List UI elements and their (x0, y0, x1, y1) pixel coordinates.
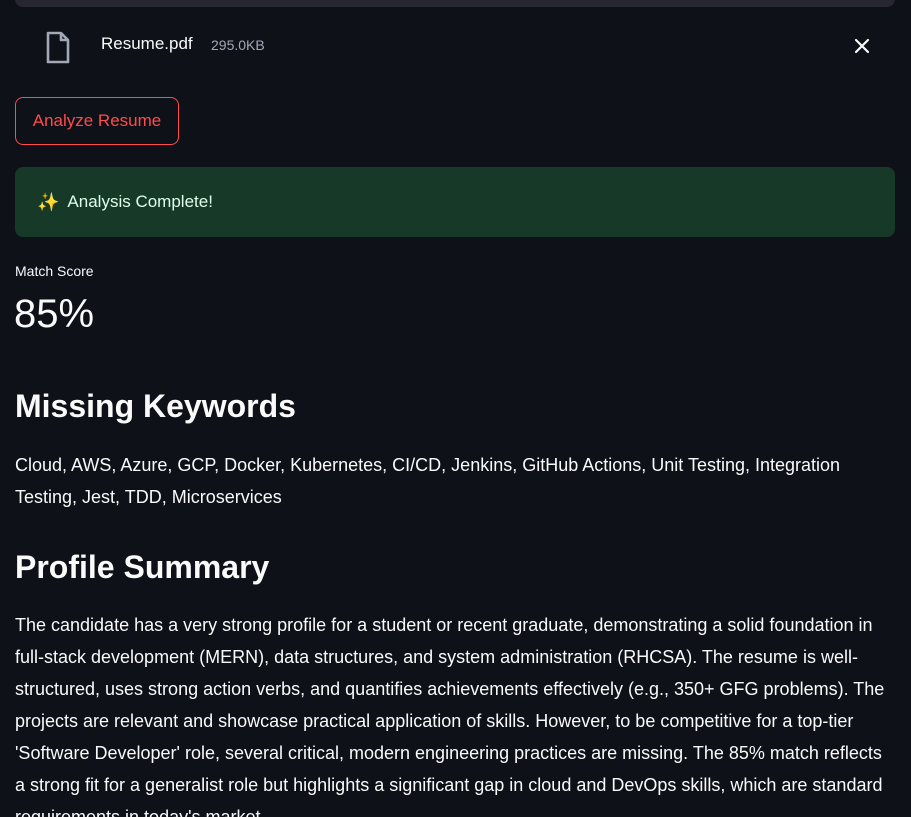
success-message: Analysis Complete! (67, 192, 213, 211)
success-alert: ✨ Analysis Complete! (15, 167, 895, 237)
analyze-resume-button[interactable]: Analyze Resume (15, 97, 179, 145)
file-size: 295.0KB (211, 37, 265, 53)
close-icon (854, 38, 870, 54)
sparkles-icon: ✨ (37, 191, 60, 213)
remove-file-button[interactable] (848, 32, 876, 60)
app-page: Resume.pdf 295.0KB Analyze Resume ✨ Anal… (0, 0, 911, 817)
uploaded-file-row: Resume.pdf 295.0KB (15, 24, 895, 70)
missing-keywords-heading: Missing Keywords (15, 388, 296, 424)
file-uploader-dropzone[interactable] (15, 0, 895, 7)
metric-value: 85% (14, 292, 95, 336)
file-name: Resume.pdf (101, 34, 193, 53)
profile-summary-heading: Profile Summary (15, 549, 270, 585)
profile-summary-text: The candidate has a very strong profile … (15, 615, 885, 817)
file-icon (45, 31, 71, 65)
missing-keywords-text: Cloud, AWS, Azure, GCP, Docker, Kubernet… (15, 455, 841, 507)
metric-label: Match Score (15, 263, 94, 279)
